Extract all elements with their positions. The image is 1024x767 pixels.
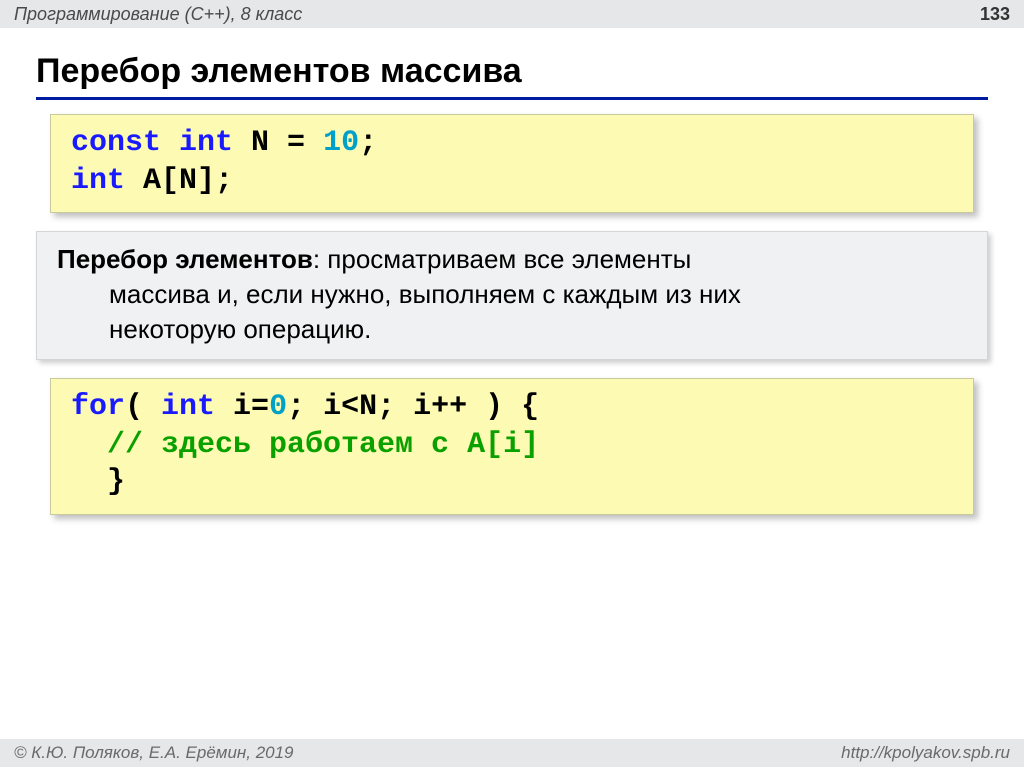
definition-box: Перебор элементов: просматриваем все эле… [36,231,988,360]
slide: Программирование (C++), 8 класс 133 Пере… [0,0,1024,767]
keyword: const [71,126,161,160]
code-text: N = [233,126,323,160]
slide-title: Перебор элементов массива [36,52,988,91]
code-text: A[N]; [125,164,233,198]
code-text: ; [359,126,377,160]
keyword: int [161,390,215,424]
copyright: © К.Ю. Поляков, Е.А. Ерёмин, 2019 [14,743,294,763]
comment: // здесь работаем с A[i] [71,428,539,462]
code-text: } [71,465,125,499]
keyword: int [71,164,125,198]
definition-text: : просматриваем все элементы [313,244,691,274]
code-text: i= [215,390,269,424]
code-text: ; i<N; i++ ) { [287,390,539,424]
header-bar: Программирование (C++), 8 класс 133 [0,0,1024,28]
code-block-declaration: const int N = 10; int A[N]; [50,114,974,213]
definition-text: массива и, если нужно, выполняем с кажды… [57,277,967,312]
header-subject: Программирование (C++), 8 класс [14,4,302,25]
code-block-loop: for( int i=0; i<N; i++ ) { // здесь рабо… [50,378,974,515]
number-literal: 10 [323,126,359,160]
definition-text: некоторую операцию. [57,312,967,347]
keyword: for [71,390,125,424]
footer-url: http://kpolyakov.spb.ru [841,743,1010,763]
page-number: 133 [980,4,1010,25]
title-underline [36,97,988,100]
keyword: int [179,126,233,160]
number-literal: 0 [269,390,287,424]
definition-term: Перебор элементов [57,244,313,274]
code-text: ( [125,390,161,424]
footer-bar: © К.Ю. Поляков, Е.А. Ерёмин, 2019 http:/… [0,739,1024,767]
